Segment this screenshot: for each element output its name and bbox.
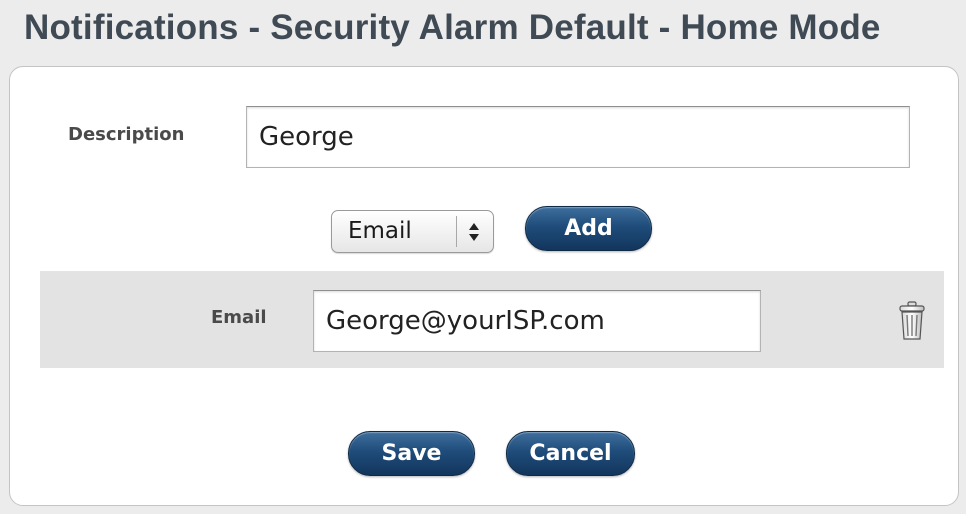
page-title: Notifications - Security Alarm Default -… <box>24 8 881 47</box>
email-label: Email <box>211 307 267 328</box>
notification-type-select[interactable]: Email <box>331 210 494 253</box>
description-label: Description <box>68 124 185 145</box>
notification-form-panel: Description Email Add Email <box>9 66 959 506</box>
notification-type-selected: Email <box>348 218 412 244</box>
save-button[interactable]: Save <box>348 431 475 476</box>
notification-settings-page: Notifications - Security Alarm Default -… <box>0 0 966 514</box>
add-button[interactable]: Add <box>525 206 652 251</box>
select-stepper-arrows-icon <box>469 223 479 241</box>
cancel-button[interactable]: Cancel <box>506 431 635 476</box>
trash-icon[interactable] <box>898 301 926 341</box>
description-input[interactable] <box>246 106 910 168</box>
email-input[interactable] <box>313 290 761 352</box>
select-divider <box>456 216 457 247</box>
